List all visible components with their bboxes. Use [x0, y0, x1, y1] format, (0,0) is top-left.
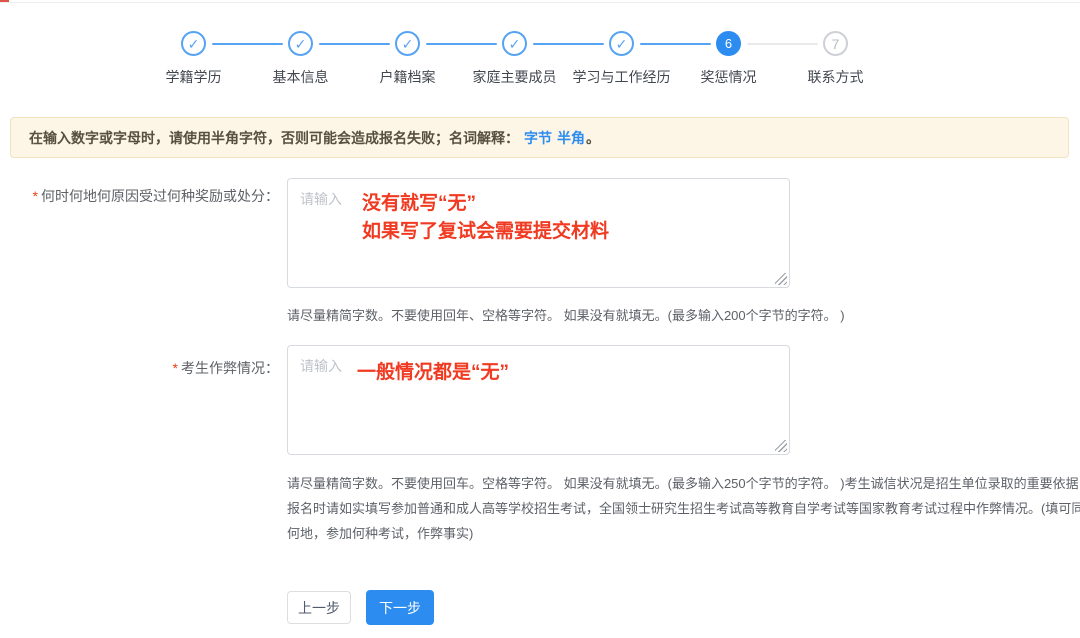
page: ✓ 学籍学历 ✓ 基本信息 ✓ 户籍档案 ✓ 家庭主要成员 ✓ 学习与工作经历 … — [0, 0, 1080, 638]
glossary-link-halfwidth[interactable]: 半角 — [557, 128, 585, 148]
field-label-text: 何时何地何原因受过何种奖励或处分： — [41, 188, 279, 204]
step-contact-info: 7 联系方式 — [782, 31, 889, 87]
cheating-helper-text: 请尽量精简字数。不要使用回车。空格等字符。 如果没有就填无。(最多输入250个字… — [287, 471, 1080, 546]
check-icon: ✓ — [395, 31, 420, 56]
step-label: 户籍档案 — [380, 67, 436, 87]
step-study-work-history: ✓ 学习与工作经历 — [568, 31, 675, 87]
wizard-stepper: ✓ 学籍学历 ✓ 基本信息 ✓ 户籍档案 ✓ 家庭主要成员 ✓ 学习与工作经历 … — [140, 31, 889, 87]
rewards-textarea[interactable] — [287, 178, 790, 288]
step-label: 奖惩情况 — [701, 67, 757, 87]
step-label: 家庭主要成员 — [473, 67, 557, 87]
rewards-helper-text: 请尽量精简字数。不要使用回年、空格等字符。 如果没有就填无。(最多输入200个字… — [287, 303, 845, 328]
glossary-link-byte[interactable]: 字节 — [524, 128, 552, 148]
step-number: 7 — [823, 31, 848, 56]
step-label: 基本信息 — [273, 67, 329, 87]
notice-text: 在输入数字或字母时，请使用半角字符，否则可能会造成报名失败；名词解释： — [29, 128, 519, 148]
cheating-textarea-wrap: 一般情况都是“无” — [287, 345, 790, 455]
step-student-status: ✓ 学籍学历 — [140, 31, 247, 87]
step-label: 学习与工作经历 — [573, 67, 671, 87]
required-asterisk: * — [173, 360, 178, 376]
step-number: 6 — [716, 31, 741, 56]
step-family-members: ✓ 家庭主要成员 — [461, 31, 568, 87]
field-label-cheating: *考生作弊情况： — [0, 358, 279, 378]
check-icon: ✓ — [609, 31, 634, 56]
check-icon: ✓ — [502, 31, 527, 56]
required-asterisk: * — [33, 188, 38, 204]
next-step-button[interactable]: 下一步 — [366, 590, 434, 625]
rewards-textarea-wrap: 没有就写“无” 如果写了复试会需要提交材料 — [287, 178, 790, 288]
previous-step-button[interactable]: 上一步 — [287, 591, 351, 624]
step-household-archive: ✓ 户籍档案 — [354, 31, 461, 87]
check-icon: ✓ — [288, 31, 313, 56]
step-label: 联系方式 — [808, 67, 864, 87]
field-label-rewards: *何时何地何原因受过何种奖励或处分： — [0, 186, 279, 206]
top-divider — [0, 2, 1080, 3]
step-rewards-punishments: 6 奖惩情况 — [675, 31, 782, 87]
halfwidth-notice-banner: 在输入数字或字母时，请使用半角字符，否则可能会造成报名失败；名词解释： 字节 半… — [10, 117, 1069, 158]
step-basic-info: ✓ 基本信息 — [247, 31, 354, 87]
field-label-text: 考生作弊情况： — [181, 360, 279, 376]
resize-handle[interactable] — [775, 440, 787, 452]
resize-handle[interactable] — [775, 273, 787, 285]
step-label: 学籍学历 — [166, 67, 222, 87]
check-icon: ✓ — [181, 31, 206, 56]
notice-suffix: 。 — [586, 128, 600, 148]
cheating-textarea[interactable] — [287, 345, 790, 455]
